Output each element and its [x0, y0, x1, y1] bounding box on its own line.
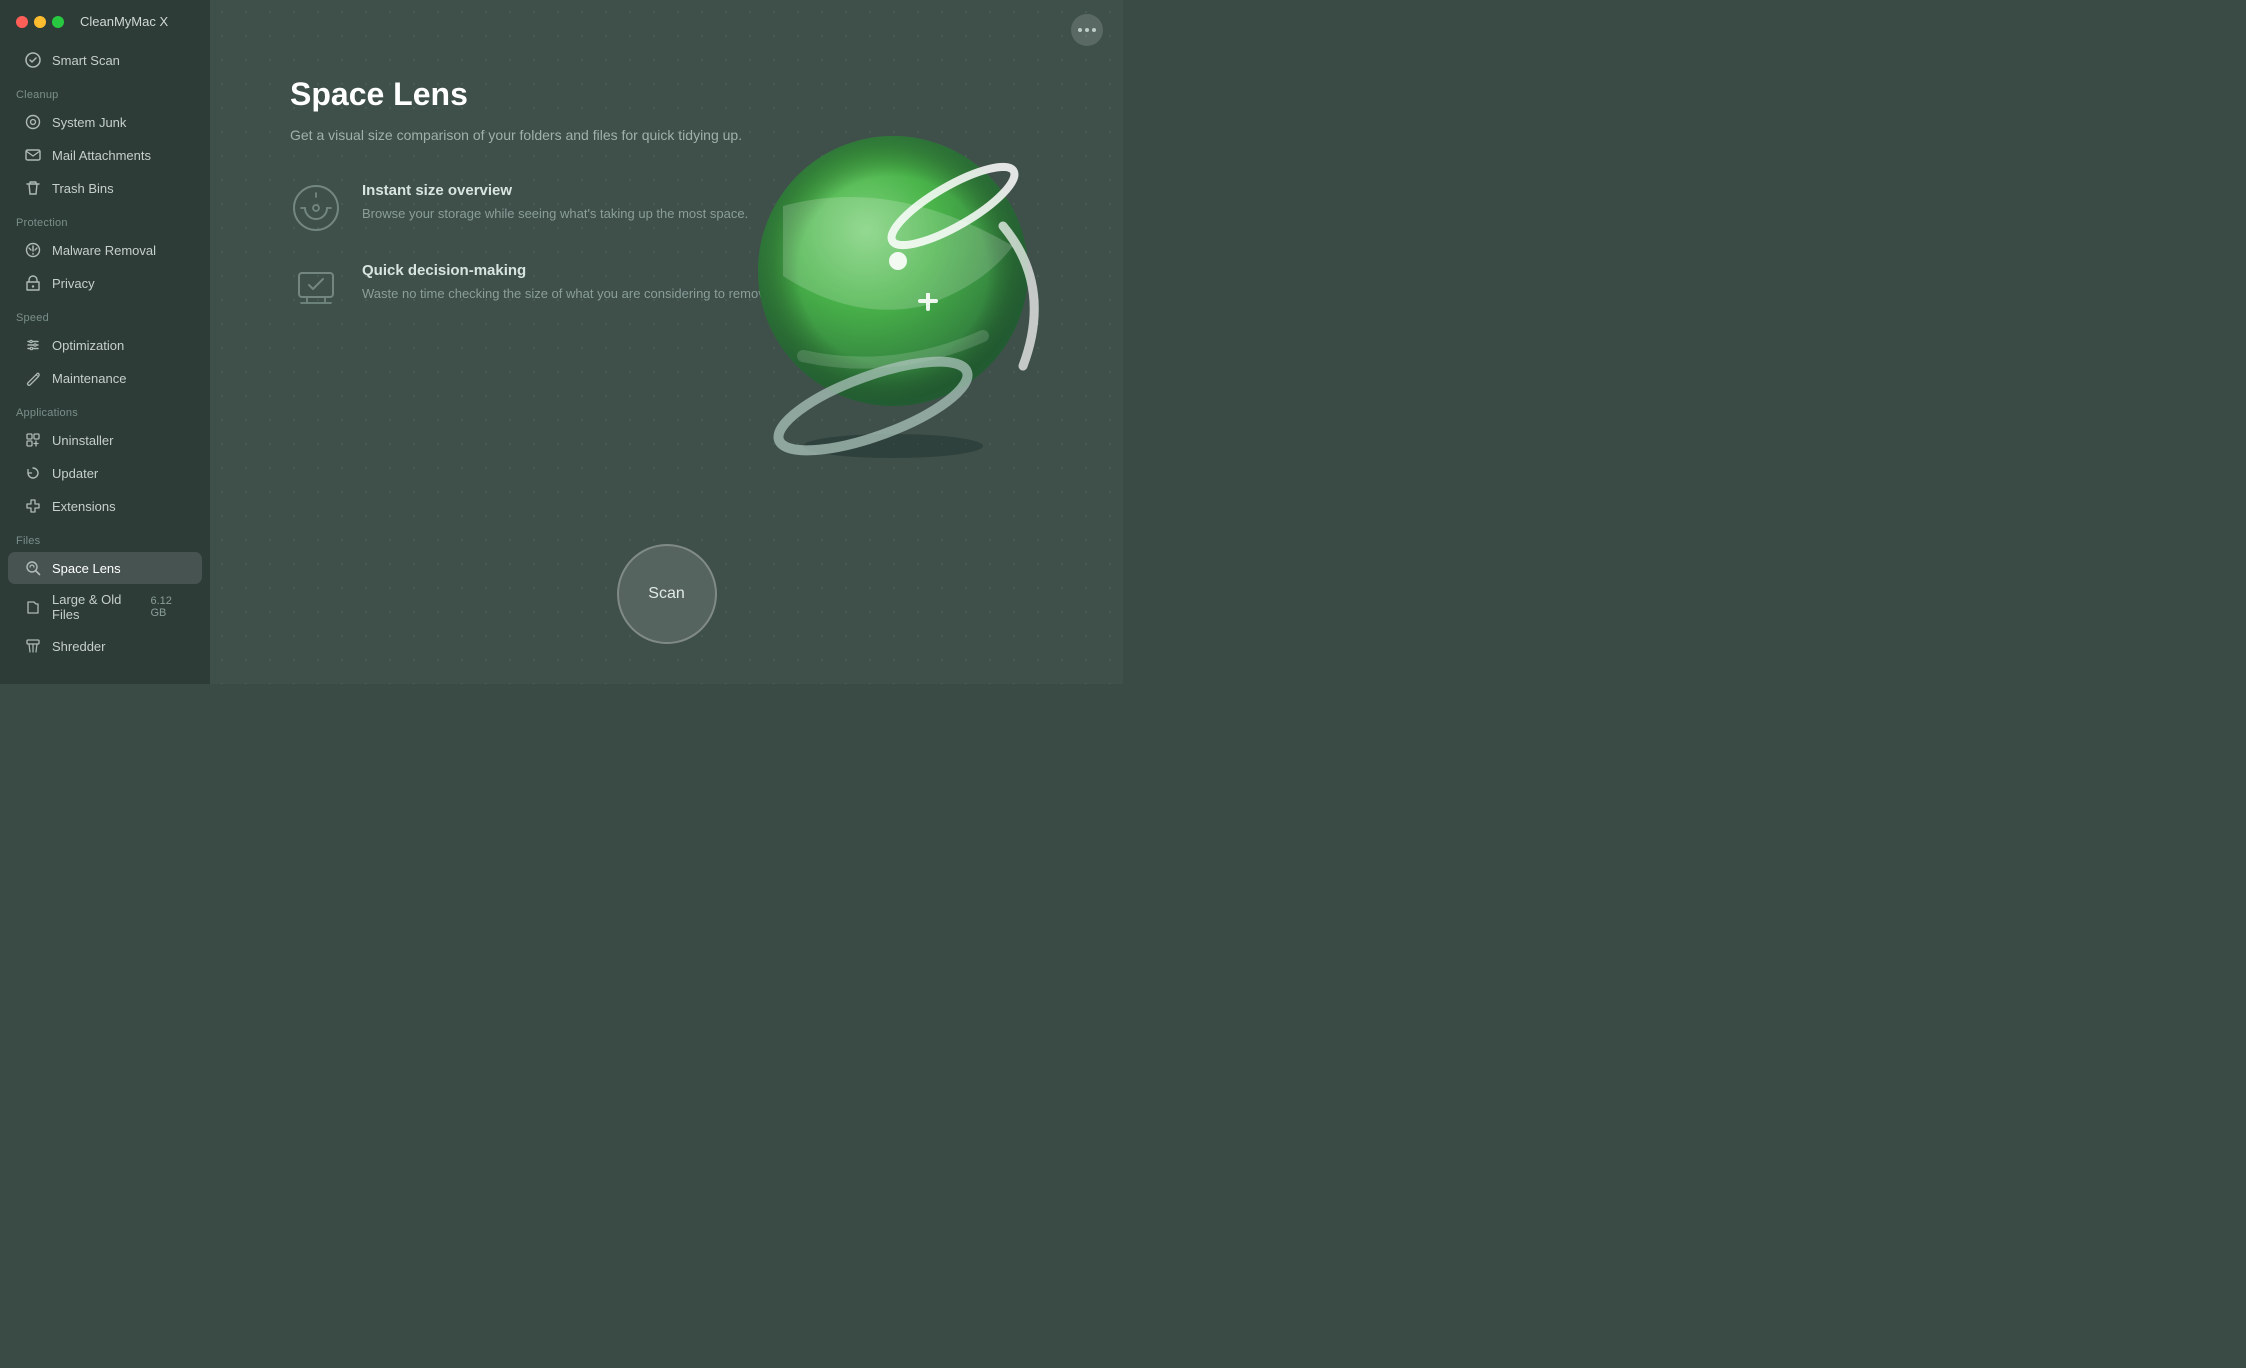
large-old-files-badge: 6.12 GB	[150, 595, 186, 619]
minimize-button[interactable]	[34, 16, 46, 28]
sidebar-item-uninstaller[interactable]: Uninstaller	[8, 424, 202, 456]
applications-section-label: Applications	[0, 395, 210, 423]
feature-text-instant-size: Instant size overview Browse your storag…	[362, 182, 748, 224]
scan-button[interactable]: Scan	[617, 544, 717, 644]
shredder-label: Shredder	[52, 639, 105, 654]
optimization-icon	[24, 336, 42, 354]
large-files-icon	[24, 598, 42, 616]
maintenance-label: Maintenance	[52, 371, 126, 386]
uninstaller-icon	[24, 431, 42, 449]
shredder-icon	[24, 637, 42, 655]
maximize-button[interactable]	[52, 16, 64, 28]
quick-decision-icon	[290, 262, 342, 314]
sidebar: CleanMyMac X Smart Scan Cleanup System J…	[0, 0, 210, 684]
privacy-label: Privacy	[52, 276, 95, 291]
sidebar-nav: Smart Scan Cleanup System Junk Mail Atta…	[0, 39, 210, 684]
system-junk-label: System Junk	[52, 115, 126, 130]
instant-size-icon	[290, 182, 342, 234]
system-junk-icon	[24, 113, 42, 131]
mail-attachments-label: Mail Attachments	[52, 148, 151, 163]
sidebar-item-updater[interactable]: Updater	[8, 457, 202, 489]
speed-section-label: Speed	[0, 300, 210, 328]
sidebar-item-maintenance[interactable]: Maintenance	[8, 362, 202, 394]
privacy-icon	[24, 274, 42, 292]
traffic-lights	[16, 16, 64, 28]
malware-icon	[24, 241, 42, 259]
large-old-files-label: Large & Old Files	[52, 592, 140, 622]
sidebar-item-space-lens[interactable]: Space Lens	[8, 552, 202, 584]
mail-icon	[24, 146, 42, 164]
space-lens-label: Space Lens	[52, 561, 121, 576]
smart-scan-icon	[24, 51, 42, 69]
sidebar-item-optimization[interactable]: Optimization	[8, 329, 202, 361]
scan-wrap: Scan	[210, 544, 1123, 684]
instant-size-desc: Browse your storage while seeing what's …	[362, 204, 748, 224]
optimization-label: Optimization	[52, 338, 124, 353]
more-button[interactable]	[1071, 14, 1103, 46]
space-lens-icon	[24, 559, 42, 577]
sidebar-item-malware-removal[interactable]: Malware Removal	[8, 234, 202, 266]
extensions-label: Extensions	[52, 499, 116, 514]
sidebar-item-trash-bins[interactable]: Trash Bins	[8, 172, 202, 204]
sidebar-item-privacy[interactable]: Privacy	[8, 267, 202, 299]
trash-icon	[24, 179, 42, 197]
cleanup-section-label: Cleanup	[0, 77, 210, 105]
titlebar: CleanMyMac X	[0, 0, 210, 39]
protection-section-label: Protection	[0, 205, 210, 233]
extensions-icon	[24, 497, 42, 515]
maintenance-icon	[24, 369, 42, 387]
sidebar-item-shredder[interactable]: Shredder	[8, 630, 202, 662]
sidebar-item-system-junk[interactable]: System Junk	[8, 106, 202, 138]
sidebar-item-large-old-files[interactable]: Large & Old Files 6.12 GB	[8, 585, 202, 629]
smart-scan-label: Smart Scan	[52, 53, 120, 68]
main-panel: Space Lens Get a visual size comparison …	[210, 0, 1123, 684]
updater-label: Updater	[52, 466, 98, 481]
updater-icon	[24, 464, 42, 482]
globe-illustration	[703, 66, 1083, 486]
sidebar-item-smart-scan[interactable]: Smart Scan	[8, 44, 202, 76]
main-content: Space Lens Get a visual size comparison …	[210, 46, 1123, 544]
sidebar-item-mail-attachments[interactable]: Mail Attachments	[8, 139, 202, 171]
malware-removal-label: Malware Removal	[52, 243, 156, 258]
close-button[interactable]	[16, 16, 28, 28]
trash-bins-label: Trash Bins	[52, 181, 114, 196]
uninstaller-label: Uninstaller	[52, 433, 113, 448]
instant-size-title: Instant size overview	[362, 182, 748, 199]
app-title: CleanMyMac X	[80, 14, 168, 29]
main-header	[210, 0, 1123, 46]
sidebar-item-extensions[interactable]: Extensions	[8, 490, 202, 522]
files-section-label: Files	[0, 523, 210, 551]
